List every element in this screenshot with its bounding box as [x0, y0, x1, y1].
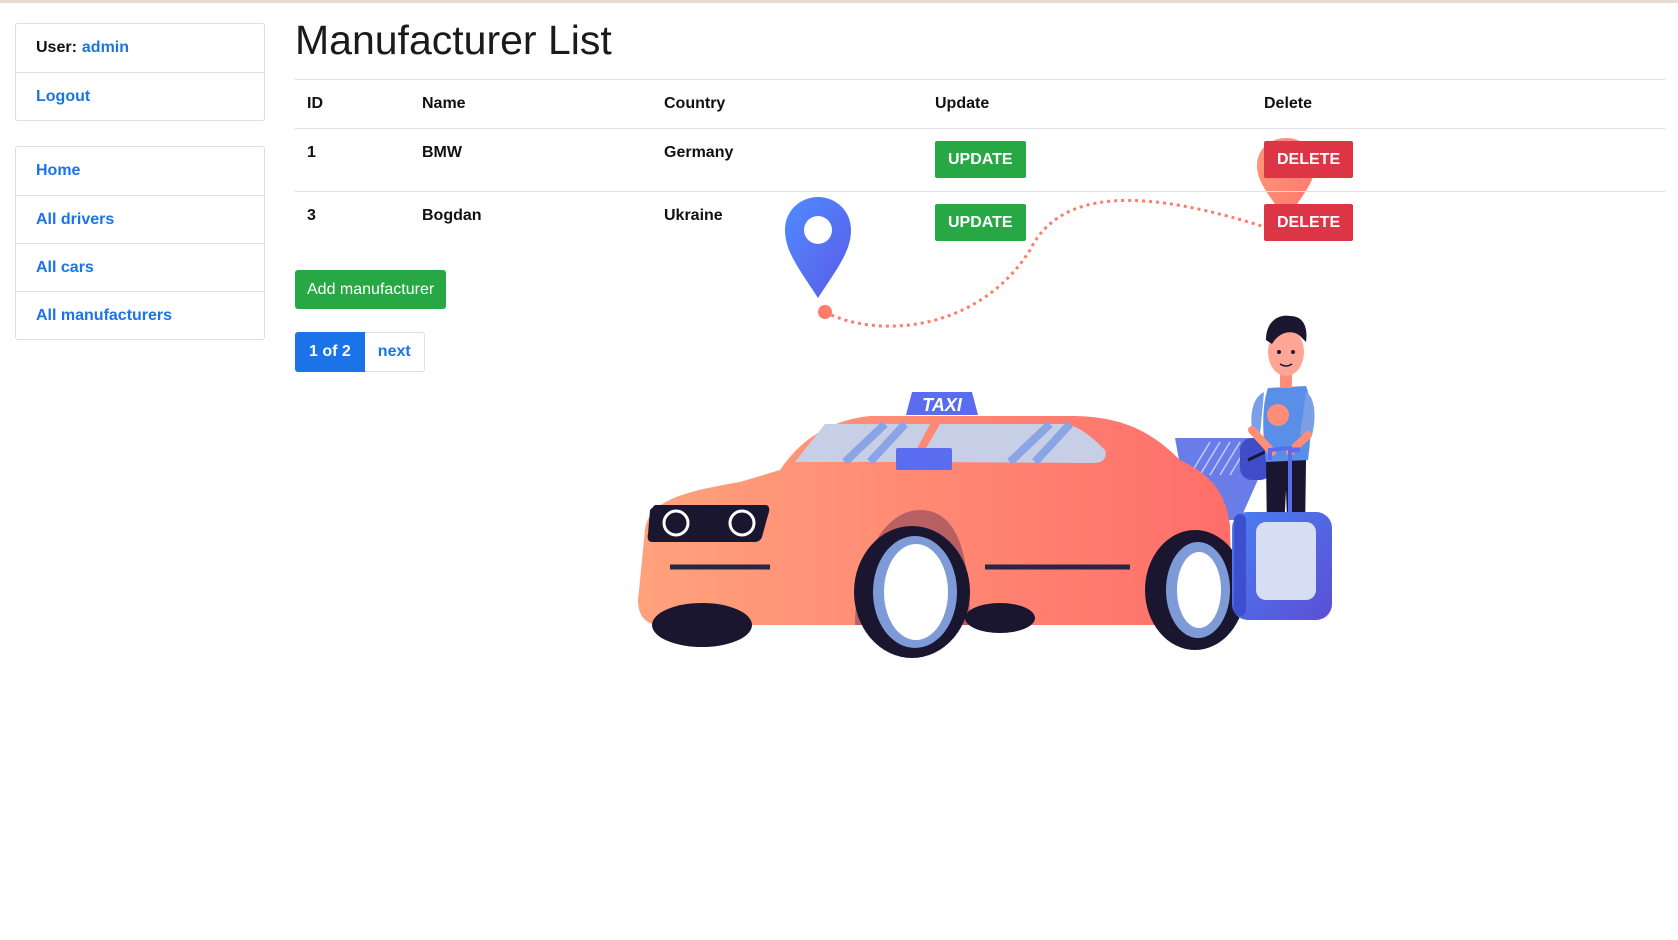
cell-update: UPDATE — [923, 192, 1252, 255]
sidebar-item-all-manufacturers[interactable]: All manufacturers — [16, 291, 264, 339]
cell-name: Bogdan — [422, 207, 482, 224]
sidebar-item-all-cars[interactable]: All cars — [16, 243, 264, 291]
manufacturer-table: ID Name Country Update Delete 1 BMW Germ… — [295, 79, 1665, 255]
table-row: 1 BMW Germany UPDATE DELETE — [295, 128, 1665, 192]
column-header-country: Country — [664, 95, 726, 112]
logout-item[interactable]: Logout — [16, 72, 264, 120]
user-info: User: admin — [16, 24, 264, 72]
sidebar-item-label[interactable]: All cars — [36, 259, 94, 277]
sidebar-item-label[interactable]: All manufacturers — [36, 307, 172, 325]
user-name-link[interactable]: admin — [82, 39, 129, 57]
column-header-update: Update — [935, 95, 990, 112]
update-button[interactable]: UPDATE — [935, 204, 1026, 241]
cell-name: BMW — [422, 144, 462, 161]
cell-delete: DELETE — [1252, 192, 1665, 255]
cell-delete: DELETE — [1252, 129, 1665, 192]
route-start-dot — [818, 305, 832, 319]
pagination: 1 of 2 next — [295, 332, 425, 372]
add-manufacturer-button[interactable]: Add manufacturer — [295, 270, 447, 309]
delete-button[interactable]: DELETE — [1264, 141, 1354, 178]
logout-link[interactable]: Logout — [36, 88, 90, 106]
user-label: User: — [36, 39, 77, 56]
table-row: 3 Bogdan Ukraine UPDATE DELETE — [295, 191, 1665, 255]
update-button[interactable]: UPDATE — [935, 141, 1026, 178]
column-header-name: Name — [422, 95, 466, 112]
taxi-car: TAXI — [638, 392, 1272, 658]
taxi-sign-text: TAXI — [922, 395, 963, 415]
top-border — [0, 0, 1678, 3]
sidebar-nav: Home All drivers All cars All manufactur… — [15, 146, 265, 340]
page-title: Manufacturer List — [295, 17, 612, 63]
column-header-id: ID — [307, 95, 323, 112]
cell-id: 1 — [307, 144, 316, 161]
table-header-row: ID Name Country Update Delete — [295, 79, 1665, 129]
sidebar-item-all-drivers[interactable]: All drivers — [16, 195, 264, 243]
pagination-next-link[interactable]: next — [364, 332, 425, 372]
cell-update: UPDATE — [923, 129, 1252, 192]
sidebar-item-label[interactable]: All drivers — [36, 211, 114, 229]
cell-country: Ukraine — [664, 207, 723, 224]
sidebar-item-label[interactable]: Home — [36, 162, 80, 180]
cell-id: 3 — [307, 207, 316, 224]
cell-country: Germany — [664, 144, 734, 161]
pagination-current-page: 1 of 2 — [295, 332, 365, 372]
user-panel: User: admin Logout — [15, 23, 265, 121]
column-header-delete: Delete — [1264, 95, 1313, 112]
sidebar-item-home[interactable]: Home — [16, 147, 264, 195]
delete-button[interactable]: DELETE — [1264, 204, 1354, 241]
